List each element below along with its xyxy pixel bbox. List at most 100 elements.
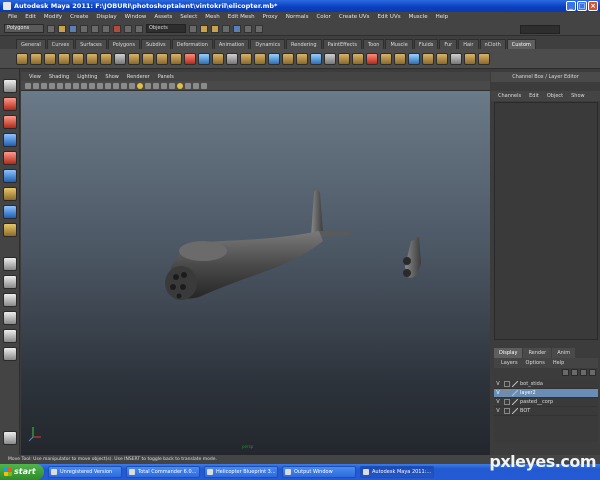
xray-components-icon[interactable] <box>185 82 191 89</box>
shelf-tool-icon[interactable] <box>128 52 140 65</box>
shelf-tool-icon[interactable] <box>324 52 336 65</box>
bookmark-icon[interactable] <box>41 82 47 89</box>
panel-menu-panels[interactable]: Panels <box>154 74 178 80</box>
taskbar-item[interactable]: Total Commander 6.0... <box>126 466 200 478</box>
taskbar-item[interactable]: Unregistered Version <box>48 466 122 478</box>
menu-create-uvs[interactable]: Create UVs <box>335 14 374 20</box>
safe-action-icon[interactable] <box>97 82 103 89</box>
shelf-tab-muscle[interactable]: Muscle <box>385 39 413 49</box>
menu-modify[interactable]: Modify <box>40 14 66 20</box>
shelf-tool-icon[interactable] <box>296 52 308 65</box>
layer-color-swatch[interactable] <box>512 381 518 387</box>
two-pane-layout-icon[interactable] <box>3 293 17 307</box>
xray-joints-icon[interactable] <box>161 82 167 89</box>
shelf-tab-curves[interactable]: Curves <box>46 39 75 49</box>
textured-icon[interactable] <box>129 82 135 89</box>
layer-display-type[interactable] <box>504 408 510 414</box>
layer-menu-layers[interactable]: Layers <box>497 360 522 366</box>
shelf-tab-animation[interactable]: Animation <box>213 39 250 49</box>
shelf-tool-icon[interactable] <box>422 52 434 65</box>
shelf-tool-icon[interactable] <box>184 52 196 65</box>
layer-row[interactable]: V pasted__corp <box>494 398 598 407</box>
scale-tool-icon[interactable] <box>3 169 17 183</box>
shelf-tool-icon[interactable] <box>282 52 294 65</box>
menu-display[interactable]: Display <box>92 14 120 20</box>
start-button[interactable]: start <box>0 464 44 480</box>
channel-box-area[interactable] <box>494 102 598 340</box>
persp-outliner-layout-icon[interactable] <box>3 311 17 325</box>
menu-window[interactable]: Window <box>121 14 151 20</box>
layer-display-type[interactable] <box>504 390 510 396</box>
shelf-tool-icon[interactable] <box>142 52 154 65</box>
minimize-button[interactable]: _ <box>566 1 576 11</box>
snap-point-icon[interactable] <box>135 24 143 33</box>
layer-row[interactable]: V layer2 <box>494 389 598 398</box>
camera-lock-icon[interactable] <box>193 82 199 89</box>
layer-color-swatch[interactable] <box>512 408 518 414</box>
use-all-lights-icon[interactable] <box>137 82 143 89</box>
shelf-tool-icon[interactable] <box>100 52 112 65</box>
shelf-tool-icon[interactable] <box>254 52 266 65</box>
snap-curve-icon[interactable] <box>124 24 132 33</box>
save-scene-icon[interactable] <box>69 24 77 33</box>
menu-normals[interactable]: Normals <box>282 14 313 20</box>
shelf-tab-subdivs[interactable]: Subdivs <box>141 39 171 49</box>
shelf-tab-fur[interactable]: Fur <box>439 39 458 49</box>
panel-menu-view[interactable]: View <box>25 74 45 80</box>
layer-tab-display[interactable]: Display <box>494 348 523 358</box>
shelf-tool-icon[interactable] <box>86 52 98 65</box>
shelf-tool-icon[interactable] <box>436 52 448 65</box>
lasso-tool-icon[interactable] <box>3 97 17 111</box>
single-pane-layout-icon[interactable] <box>3 257 17 271</box>
panel-menu-lighting[interactable]: Lighting <box>73 74 101 80</box>
cb-menu-object[interactable]: Object <box>543 93 567 99</box>
shelf-tool-icon[interactable] <box>30 52 42 65</box>
open-scene-icon[interactable] <box>58 24 66 33</box>
shelf-tool-icon[interactable] <box>198 52 210 65</box>
shelf-tab-surfaces[interactable]: Surfaces <box>75 39 107 49</box>
shelf-tool-icon[interactable] <box>212 52 224 65</box>
menu-file[interactable]: File <box>4 14 21 20</box>
resolution-gate-icon[interactable] <box>73 82 79 89</box>
move-tool-icon[interactable] <box>3 133 17 147</box>
smooth-shade-icon[interactable] <box>113 82 119 89</box>
menu-edit-mesh[interactable]: Edit Mesh <box>224 14 259 20</box>
taskbar-item-active[interactable]: Autodesk Maya 2011:... <box>360 466 434 478</box>
select-component-icon[interactable] <box>102 24 110 33</box>
shelf-tool-icon[interactable] <box>72 52 84 65</box>
shelf-tool-icon[interactable] <box>240 52 252 65</box>
shelf-tab-polygons[interactable]: Polygons <box>107 39 140 49</box>
high-quality-lighting-icon[interactable] <box>177 82 183 89</box>
shelf-tab-ncloth[interactable]: nCloth <box>479 39 506 49</box>
shelf-tool-icon[interactable] <box>16 52 28 65</box>
shelf-tool-icon[interactable] <box>170 52 182 65</box>
last-tool-icon[interactable] <box>3 223 17 237</box>
shelf-tool-icon[interactable] <box>268 52 280 65</box>
shelf-tool-icon[interactable] <box>408 52 420 65</box>
shelf-tab-dynamics[interactable]: Dynamics <box>250 39 286 49</box>
layer-menu-help[interactable]: Help <box>549 360 568 366</box>
shelf-tool-icon[interactable] <box>226 52 238 65</box>
layer-visibility-toggle[interactable]: V <box>494 381 502 387</box>
menu-muscle[interactable]: Muscle <box>405 14 432 20</box>
shelf-tool-icon[interactable] <box>380 52 392 65</box>
attribute-editor-icon[interactable] <box>233 24 241 33</box>
layer-row[interactable]: V bot_stida <box>494 380 598 389</box>
menu-create[interactable]: Create <box>66 14 92 20</box>
layer-display-type[interactable] <box>504 381 510 387</box>
taskbar-item[interactable]: Helicopter Blueprint 3... <box>204 466 278 478</box>
xray-icon[interactable] <box>153 82 159 89</box>
shelf-tool-icon[interactable] <box>478 52 490 65</box>
shelf-tool-icon[interactable] <box>450 52 462 65</box>
shelf-tab-deformation[interactable]: Deformation <box>171 39 213 49</box>
new-layer-selected-icon[interactable] <box>589 369 596 376</box>
selection-field[interactable]: Objects <box>146 24 186 33</box>
menu-set-dropdown[interactable]: Polygons <box>4 24 44 33</box>
new-layer-icon[interactable] <box>580 369 587 376</box>
maximize-button[interactable]: □ <box>577 1 587 11</box>
menu-color[interactable]: Color <box>312 14 334 20</box>
rotate-tool-icon[interactable] <box>3 151 17 165</box>
shelf-tab-toon[interactable]: Toon <box>362 39 385 49</box>
wireframe-on-shaded-icon[interactable] <box>121 82 127 89</box>
menu-select[interactable]: Select <box>176 14 201 20</box>
